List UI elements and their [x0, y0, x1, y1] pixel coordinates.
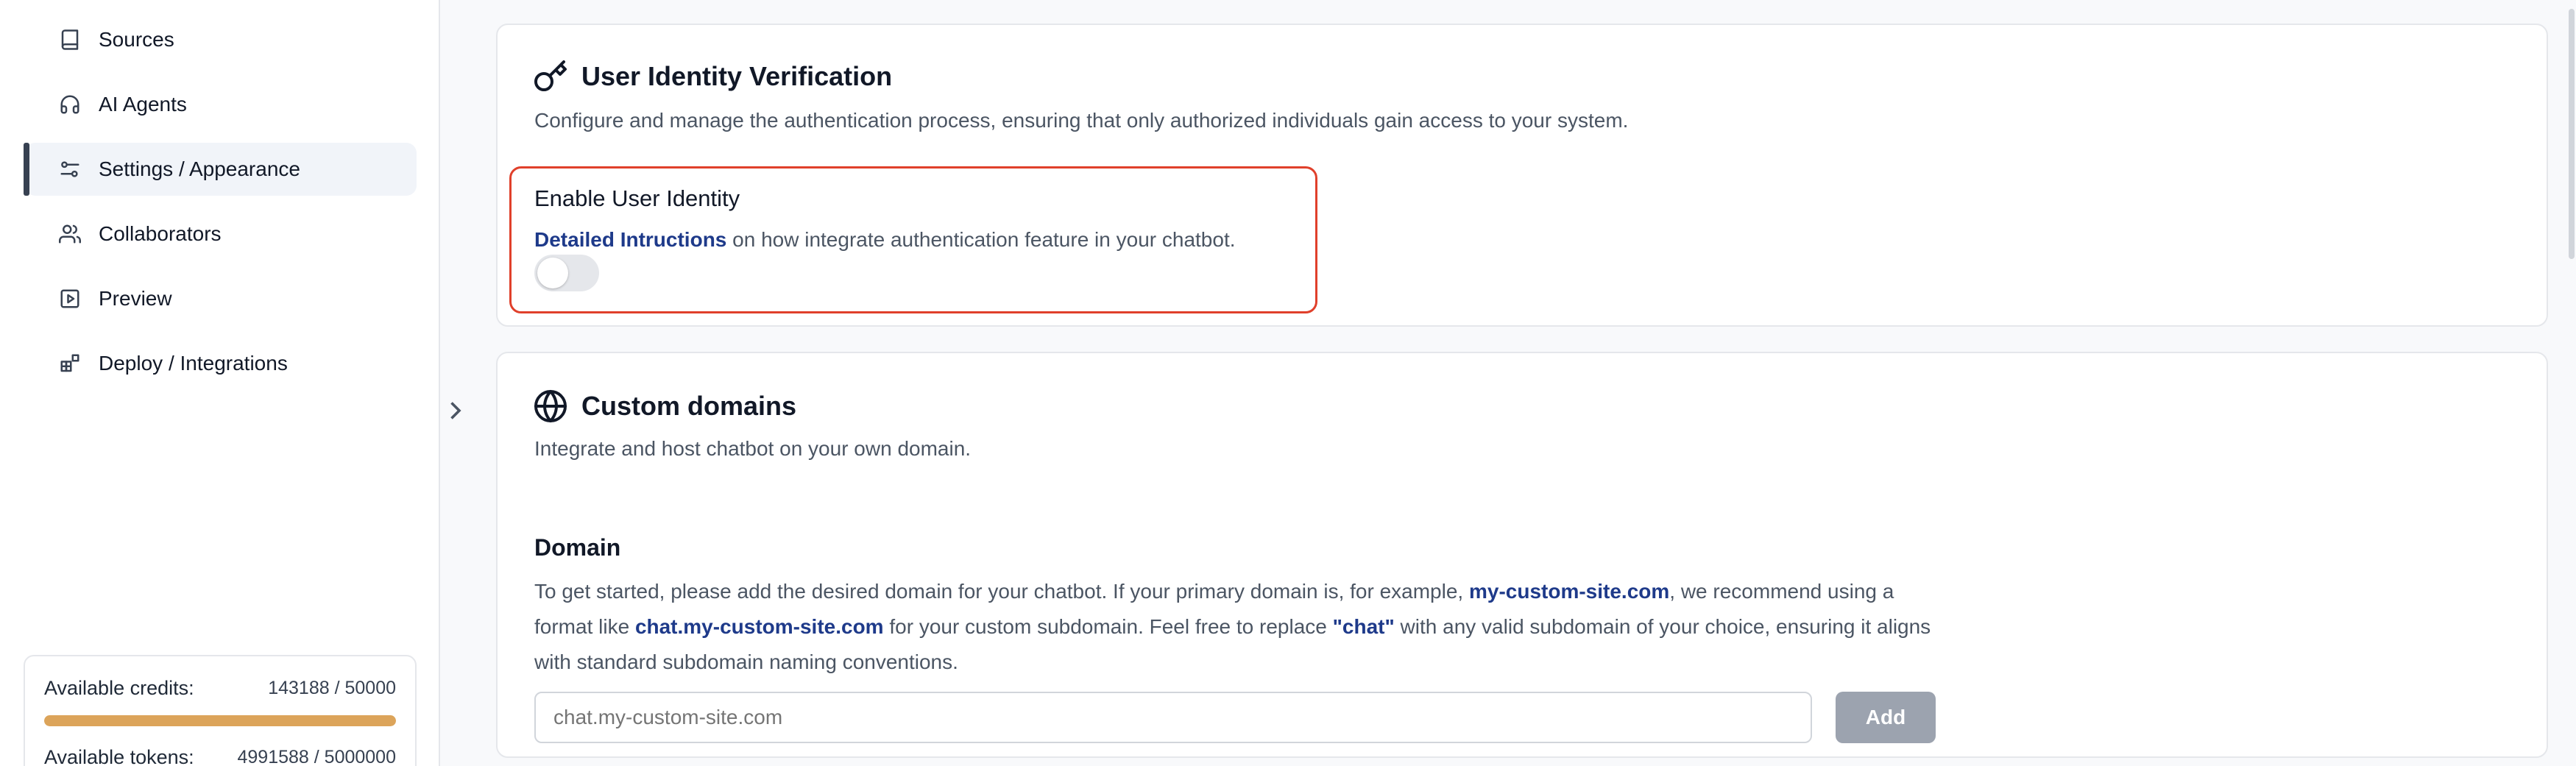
sidebar: Sources AI Agents Settings / Appearance … [0, 0, 440, 766]
chevron-right-icon [450, 402, 461, 419]
section-title-text: User Identity Verification [581, 61, 893, 91]
domain-input[interactable] [534, 692, 1812, 743]
instructions-suffix: on how integrate authentication feature … [726, 228, 1236, 251]
instructions-line: Detailed Intructions on how integrate au… [534, 228, 1236, 252]
example-domain: my-custom-site.com [1468, 580, 1670, 603]
example-subdomain: chat.my-custom-site.com [634, 615, 884, 638]
sidebar-collapse-toggle[interactable] [445, 398, 464, 423]
section-title-text: Custom domains [581, 391, 797, 421]
book-icon [59, 29, 81, 51]
sidebar-item-collaborators[interactable]: Collaborators [25, 208, 417, 260]
tokens-row: Available tokens: 4991588 / 5000000 [44, 746, 396, 766]
users-icon [59, 223, 81, 245]
sidebar-item-deploy-integrations[interactable]: Deploy / Integrations [25, 337, 417, 390]
blocks-icon [59, 352, 81, 375]
globe-icon [533, 389, 568, 424]
credits-progress-bar [44, 715, 396, 726]
credits-progress-fill [44, 715, 396, 726]
play-square-icon [59, 288, 81, 310]
key-icon [533, 59, 568, 94]
add-domain-button[interactable]: Add [1836, 692, 1936, 743]
sliders-icon [59, 158, 81, 180]
section-description: Integrate and host chatbot on your own d… [534, 437, 972, 460]
enable-identity-label: Enable User Identity [534, 185, 740, 211]
credits-label: Available credits: [44, 677, 194, 699]
help-text: To get started, please add the desired d… [534, 580, 1469, 603]
headphones-icon [59, 93, 81, 116]
sidebar-item-label: Settings / Appearance [99, 157, 300, 180]
custom-domains-card: Custom domains Integrate and host chatbo… [496, 352, 2548, 758]
sidebar-item-preview[interactable]: Preview [25, 272, 417, 325]
usage-card: Available credits: 143188 / 50000 Availa… [24, 655, 417, 766]
domain-help-text: To get started, please add the desired d… [534, 574, 1933, 680]
example-prefix: "chat" [1332, 615, 1395, 638]
section-title: Custom domains [533, 389, 796, 424]
help-text: for your custom subdomain. Feel free to … [883, 615, 1333, 638]
sidebar-item-label: Preview [99, 287, 172, 310]
tokens-label: Available tokens: [44, 746, 194, 766]
enable-identity-toggle[interactable] [534, 255, 599, 291]
user-identity-card: User Identity Verification Configure and… [496, 24, 2548, 327]
sidebar-item-label: Collaborators [99, 222, 222, 245]
sidebar-item-sources[interactable]: Sources [25, 13, 417, 66]
toggle-knob [537, 258, 568, 288]
sidebar-item-label: AI Agents [99, 93, 187, 116]
section-description: Configure and manage the authentication … [534, 109, 1629, 132]
domain-label: Domain [534, 534, 621, 561]
sidebar-item-label: Deploy / Integrations [99, 352, 288, 375]
detailed-instructions-link[interactable]: Detailed Intructions [534, 228, 726, 251]
credits-value: 143188 / 50000 [268, 678, 396, 698]
sidebar-item-label: Sources [99, 28, 174, 51]
sidebar-item-ai-agents[interactable]: AI Agents [25, 78, 417, 131]
credits-row: Available credits: 143188 / 50000 [44, 677, 396, 700]
scrollbar-thumb[interactable] [2569, 9, 2575, 259]
tokens-value: 4991588 / 5000000 [237, 747, 397, 766]
section-title: User Identity Verification [533, 59, 892, 94]
sidebar-item-settings-appearance[interactable]: Settings / Appearance [24, 143, 417, 196]
